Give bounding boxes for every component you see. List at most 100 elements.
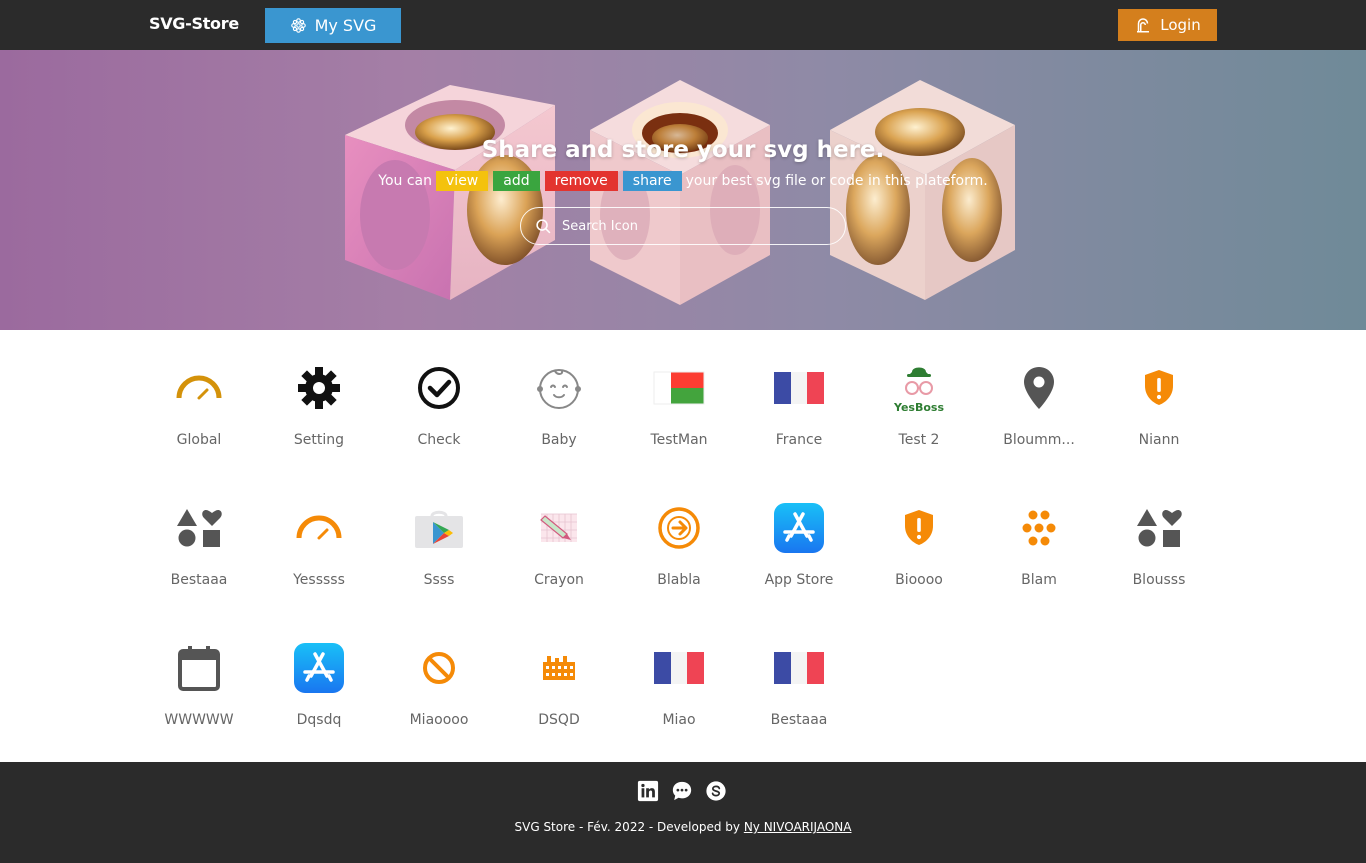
icon-card[interactable]: Blousss xyxy=(1099,480,1219,600)
shapes-icon xyxy=(173,502,225,554)
check-circle-icon xyxy=(413,362,465,414)
view-chip: view xyxy=(436,171,489,191)
navbar: SVG-Store My SVG Login xyxy=(0,0,1366,50)
icon-card[interactable]: France xyxy=(739,340,859,460)
icon-card[interactable]: Niann xyxy=(1099,340,1219,460)
icon-card[interactable]: Bloumm... xyxy=(979,340,1099,460)
gauge-icon xyxy=(173,362,225,414)
icon-card[interactable]: TestMan xyxy=(619,340,739,460)
skype-icon[interactable] xyxy=(705,780,727,802)
icon-card[interactable]: Miao xyxy=(619,620,739,740)
author-link[interactable]: Ny NIVOARIJAONA xyxy=(744,820,852,834)
chat-bubble-icon[interactable] xyxy=(671,780,693,802)
hero-subtitle: You can view add remove share your best … xyxy=(0,171,1366,191)
yesboss-logo-icon: YesBoss xyxy=(893,362,945,414)
search-input[interactable] xyxy=(562,218,812,234)
icon-card-label: Miaoooo xyxy=(409,712,469,728)
linkedin-icon[interactable] xyxy=(637,780,659,802)
icon-card[interactable]: YesBoss Test 2 xyxy=(859,340,979,460)
app-store-icon xyxy=(293,642,345,694)
icon-card[interactable]: Blabla xyxy=(619,480,739,600)
icon-card-label: WWWWW xyxy=(164,712,234,728)
calendar-icon xyxy=(173,642,225,694)
honeycomb-icon xyxy=(1013,502,1065,554)
icon-card[interactable]: Check xyxy=(379,340,499,460)
icon-card[interactable]: Bestaaa xyxy=(139,480,259,600)
icon-card-label: Crayon xyxy=(534,572,584,588)
brand-logo[interactable]: SVG-Store xyxy=(149,14,239,33)
icon-card-label: Bloumm... xyxy=(1003,432,1075,448)
icon-card[interactable]: Bestaaa xyxy=(739,620,859,740)
shield-alert-icon xyxy=(893,502,945,554)
hero-subtitle-lead: You can xyxy=(378,173,433,189)
icon-card-label: Bestaaa xyxy=(170,572,228,588)
icon-card-label: TestMan xyxy=(650,432,708,448)
gear-icon xyxy=(293,362,345,414)
gauge-icon xyxy=(293,502,345,554)
social-links xyxy=(637,780,727,802)
hero-subtitle-tail: your best svg file or code in this plate… xyxy=(685,173,988,189)
icon-card-label: Bioooo xyxy=(895,572,943,588)
icon-card[interactable]: Yesssss xyxy=(259,480,379,600)
icon-card-label: DSQD xyxy=(538,712,580,728)
france-flag-icon xyxy=(653,642,705,694)
icon-card-label: Test 2 xyxy=(898,432,940,448)
my-svg-button[interactable]: My SVG xyxy=(265,8,401,43)
icon-card[interactable]: App Store xyxy=(739,480,859,600)
icon-card[interactable]: Blam xyxy=(979,480,1099,600)
arrow-circle-icon xyxy=(653,502,705,554)
app-store-icon xyxy=(773,502,825,554)
icon-card-label: Yesssss xyxy=(293,572,345,588)
crayon-icon xyxy=(533,502,585,554)
share-chip: share xyxy=(622,171,682,191)
footer: SVG Store - Fév. 2022 - Developed by Ny … xyxy=(0,762,1366,863)
icon-card-label: Bestaaa xyxy=(770,712,828,728)
icon-card-label: France xyxy=(775,432,823,448)
search-icon xyxy=(536,218,551,233)
search-box[interactable] xyxy=(520,207,846,245)
footer-credit: SVG Store - Fév. 2022 - Developed by Ny … xyxy=(0,820,1366,834)
login-button[interactable]: Login xyxy=(1118,9,1217,41)
icon-card-label: Global xyxy=(176,432,222,448)
france-flag-icon xyxy=(773,642,825,694)
icon-card[interactable]: Crayon xyxy=(499,480,619,600)
icon-card[interactable]: Ssss xyxy=(379,480,499,600)
shapes-icon xyxy=(1133,502,1185,554)
icon-card[interactable]: Baby xyxy=(499,340,619,460)
hero-banner: Share and store your svg here. You can v… xyxy=(0,50,1366,330)
icon-card[interactable]: Setting xyxy=(259,340,379,460)
icon-card-label: Blam xyxy=(1021,572,1057,588)
hero-title: Share and store your svg here. xyxy=(481,137,885,163)
icon-card[interactable]: Bioooo xyxy=(859,480,979,600)
icon-card[interactable]: DSQD xyxy=(499,620,619,740)
svg-text:YesBoss: YesBoss xyxy=(893,401,944,414)
icon-card-label: Blousss xyxy=(1132,572,1186,588)
my-svg-label: My SVG xyxy=(314,16,377,35)
icon-card[interactable]: Dqsdq xyxy=(259,620,379,740)
icon-card-label: Baby xyxy=(541,432,577,448)
ban-icon xyxy=(413,642,465,694)
map-pin-icon xyxy=(1013,362,1065,414)
icon-card[interactable]: Miaoooo xyxy=(379,620,499,740)
icon-card-label: Ssss xyxy=(423,572,455,588)
building-icon xyxy=(533,642,585,694)
flower-icon xyxy=(290,18,306,33)
user-lock-icon xyxy=(1137,18,1150,33)
remove-chip: remove xyxy=(544,171,618,191)
baby-face-icon xyxy=(533,362,585,414)
icon-card-label: App Store xyxy=(764,572,834,588)
icon-card-label: Setting xyxy=(293,432,345,448)
login-label: Login xyxy=(1160,16,1201,34)
icon-card-label: Blabla xyxy=(657,572,701,588)
icon-card-label: Dqsdq xyxy=(296,712,342,728)
add-chip: add xyxy=(493,171,540,191)
icon-card[interactable]: Global xyxy=(139,340,259,460)
icon-card-label: Niann xyxy=(1138,432,1180,448)
shield-alert-icon xyxy=(1133,362,1185,414)
play-store-icon xyxy=(413,502,465,554)
madagascar-flag-icon xyxy=(653,362,705,414)
icon-card-label: Check xyxy=(417,432,461,448)
credit-text: SVG Store - Fév. 2022 - Developed by xyxy=(514,820,740,834)
icon-card-label: Miao xyxy=(662,712,696,728)
icon-card[interactable]: WWWWW xyxy=(139,620,259,740)
